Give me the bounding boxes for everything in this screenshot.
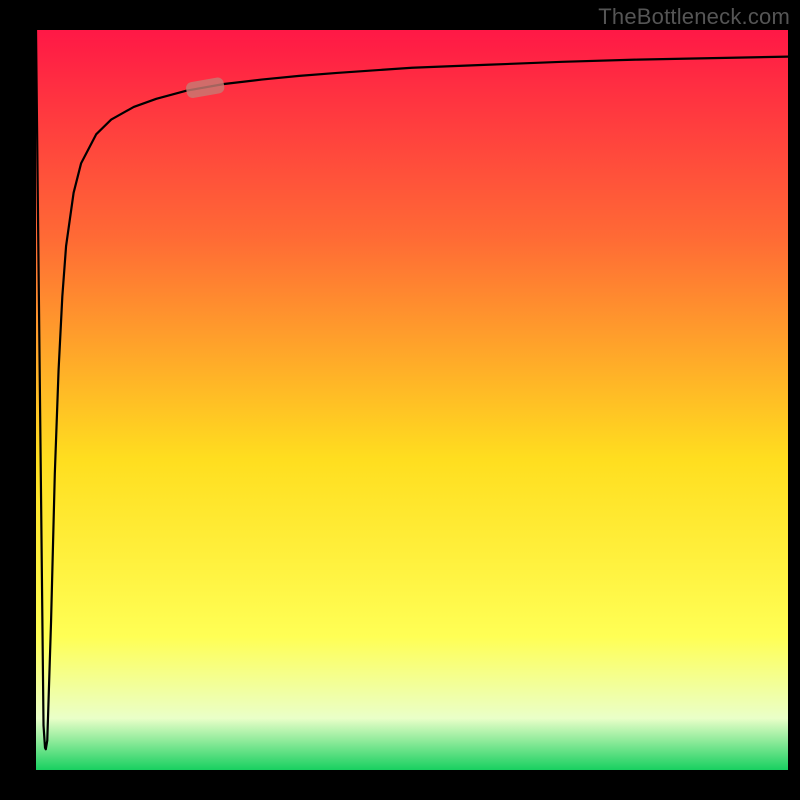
chart-stage: TheBottleneck.com [0,0,800,800]
chart-svg [0,0,800,800]
plot-background [36,30,788,770]
watermark-text: TheBottleneck.com [598,4,790,30]
